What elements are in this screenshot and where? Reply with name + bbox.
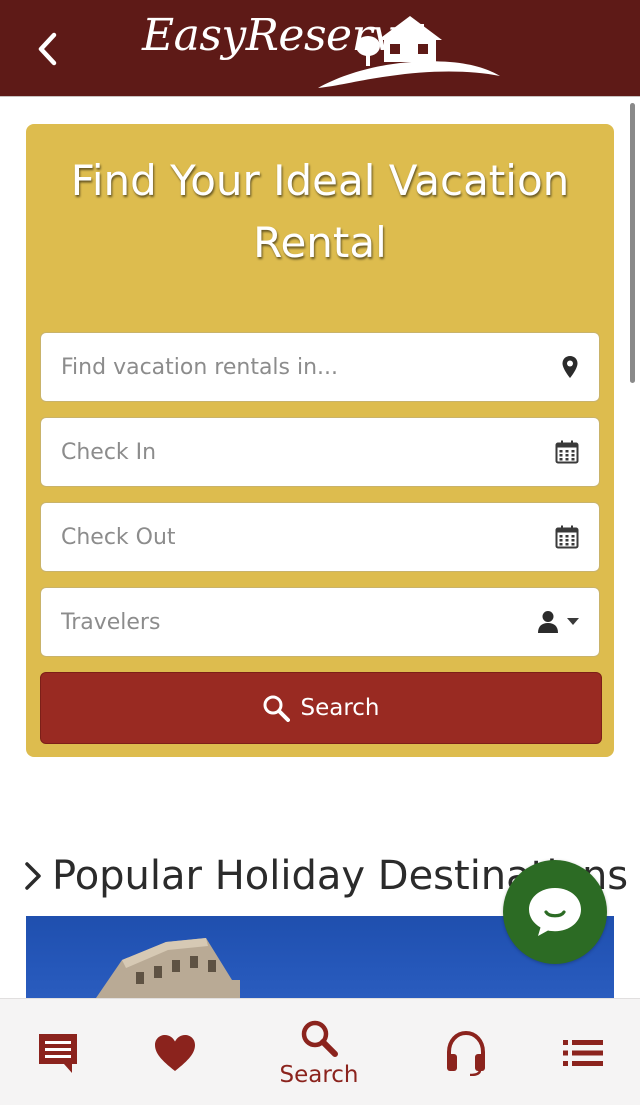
- bottom-navigation: Search: [0, 998, 640, 1105]
- message-icon: [39, 1033, 77, 1073]
- app-header: EasyReserve: [0, 0, 640, 97]
- check-out-placeholder: Check Out: [61, 524, 176, 550]
- nav-search[interactable]: Search: [264, 999, 374, 1105]
- headset-icon: [447, 1030, 485, 1076]
- chat-bubble-icon: [529, 888, 581, 936]
- heart-icon: [155, 1034, 195, 1071]
- nav-menu[interactable]: [528, 999, 638, 1105]
- easyreserve-logo[interactable]: EasyReserve: [140, 6, 510, 90]
- search-button-label: Search: [300, 695, 380, 721]
- user-icon: [511, 602, 559, 642]
- location-input[interactable]: Find vacation rentals in...: [40, 332, 600, 402]
- back-button[interactable]: [28, 26, 68, 72]
- calendar-icon: [539, 517, 579, 557]
- live-chat-button[interactable]: [503, 860, 607, 964]
- search-icon: [301, 1020, 338, 1057]
- travelers-placeholder: Travelers: [61, 609, 161, 635]
- chevron-right-icon: [25, 862, 41, 890]
- map-pin-icon: [539, 347, 579, 387]
- calendar-icon: [539, 432, 579, 472]
- search-card-title: Find Your Ideal Vacation Rental: [70, 156, 570, 267]
- search-card: Find Your Ideal Vacation Rental Find vac…: [26, 124, 614, 757]
- nav-support[interactable]: [411, 999, 521, 1105]
- list-icon: [563, 1039, 603, 1066]
- check-in-placeholder: Check In: [61, 439, 157, 465]
- search-icon: [263, 695, 291, 722]
- page-scrollbar[interactable]: [630, 103, 635, 383]
- nav-favorites[interactable]: [120, 999, 230, 1105]
- travelers-select[interactable]: Travelers: [40, 587, 600, 657]
- check-out-input[interactable]: Check Out: [40, 502, 600, 572]
- caret-down-icon: [567, 618, 579, 626]
- nav-messages[interactable]: [3, 999, 113, 1105]
- location-placeholder: Find vacation rentals in...: [61, 354, 339, 380]
- check-in-input[interactable]: Check In: [40, 417, 600, 487]
- nav-search-label: Search: [279, 1061, 359, 1088]
- chevron-left-icon: [38, 32, 57, 66]
- search-button[interactable]: Search: [40, 672, 602, 744]
- house-icon: [318, 16, 500, 88]
